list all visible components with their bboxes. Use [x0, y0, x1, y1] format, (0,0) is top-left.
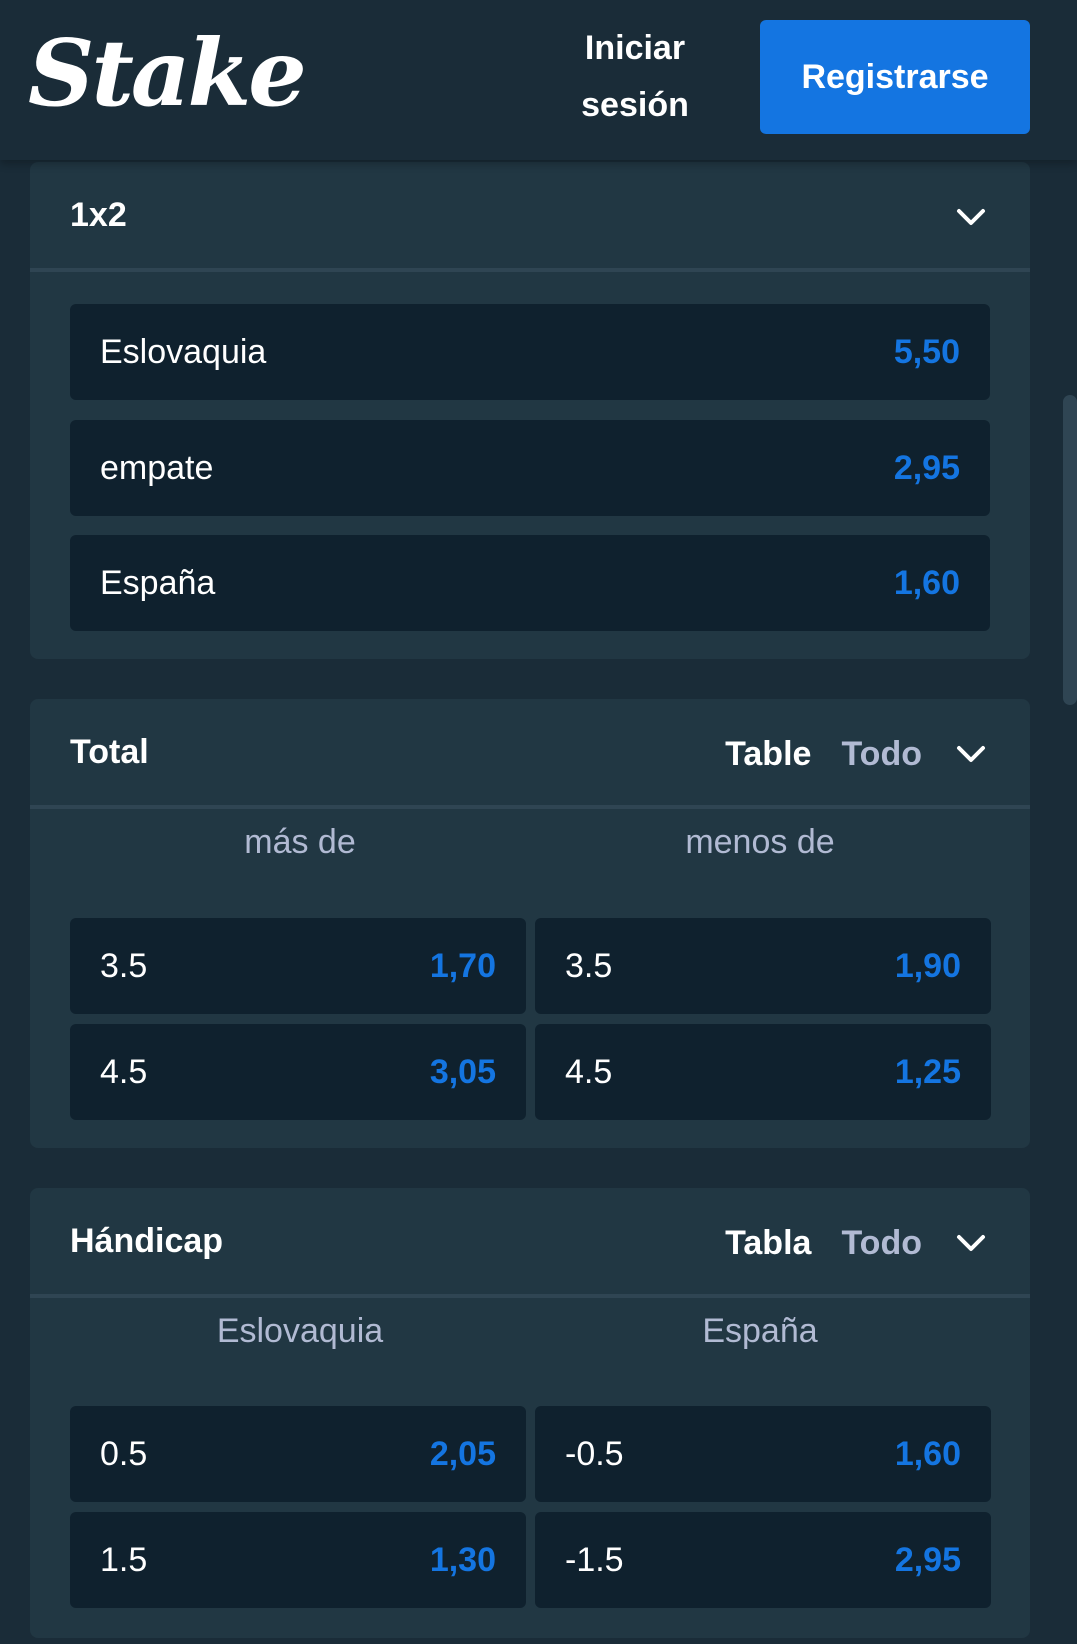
- market-title: Total: [70, 732, 149, 771]
- outcome-button[interactable]: España 1,60: [70, 535, 990, 631]
- outcome-label: España: [100, 563, 216, 602]
- away-handicap-button[interactable]: -1.5 2,95: [535, 1512, 991, 1608]
- away-handicap-button[interactable]: -0.5 1,60: [535, 1406, 991, 1502]
- odds-value: 1,90: [894, 946, 961, 985]
- column-headers: más de menos de: [70, 823, 990, 873]
- line-value: 3.5: [565, 946, 613, 985]
- line-value: -1.5: [565, 1540, 624, 1579]
- odds-value: 1,30: [429, 1540, 496, 1579]
- outcome-button[interactable]: empate 2,95: [70, 420, 990, 516]
- market-total: Total Table Todo más de menos de 3.5 1,7…: [30, 699, 1030, 1148]
- market-controls: Tabla Todo: [725, 1188, 986, 1298]
- market-1x2: 1x2 Eslovaquia 5,50 empate 2,95 España 1…: [30, 162, 1030, 659]
- all-view-toggle[interactable]: Todo: [841, 1224, 922, 1263]
- market-title: 1x2: [70, 195, 127, 234]
- line-value: 1.5: [100, 1540, 148, 1579]
- column-header-under: menos de: [685, 823, 835, 861]
- outcome-odds: 2,95: [893, 448, 960, 487]
- odds-value: 1,70: [429, 946, 496, 985]
- home-handicap-button[interactable]: 1.5 1,30: [70, 1512, 526, 1608]
- outcome-label: Eslovaquia: [100, 332, 267, 371]
- line-value: 4.5: [565, 1052, 613, 1091]
- under-odds-button[interactable]: 4.5 1,25: [535, 1024, 991, 1120]
- market-title: Hándicap: [70, 1221, 224, 1260]
- line-value: 3.5: [100, 946, 148, 985]
- outcome-button[interactable]: Eslovaquia 5,50: [70, 304, 990, 400]
- line-value: 4.5: [100, 1052, 148, 1091]
- outcome-odds: 1,60: [893, 563, 960, 602]
- market-handicap: Hándicap Tabla Todo Eslovaquia España 0.…: [30, 1188, 1030, 1638]
- home-handicap-button[interactable]: 0.5 2,05: [70, 1406, 526, 1502]
- column-header-away: España: [702, 1312, 818, 1350]
- column-header-over: más de: [244, 823, 356, 861]
- table-view-toggle[interactable]: Table: [725, 735, 811, 774]
- outcome-odds: 5,50: [893, 332, 960, 371]
- all-view-toggle[interactable]: Todo: [841, 735, 922, 774]
- page-scrollbar[interactable]: [1063, 395, 1077, 705]
- under-odds-button[interactable]: 3.5 1,90: [535, 918, 991, 1014]
- market-controls: [956, 162, 986, 272]
- odds-value: 2,05: [429, 1434, 496, 1473]
- column-headers: Eslovaquia España: [70, 1312, 990, 1362]
- outcome-label: empate: [100, 448, 214, 487]
- odds-value: 1,25: [894, 1052, 961, 1091]
- table-view-toggle[interactable]: Tabla: [725, 1224, 811, 1263]
- page: Stake Iniciar sesión Registrarse 1x2 Esl…: [0, 0, 1077, 1644]
- market-handicap-header[interactable]: Hándicap Tabla Todo: [30, 1188, 1030, 1298]
- odds-value: 1,60: [894, 1434, 961, 1473]
- market-controls: Table Todo: [725, 699, 986, 809]
- login-button[interactable]: Iniciar sesión: [570, 20, 700, 134]
- column-header-home: Eslovaquia: [216, 1312, 384, 1350]
- odds-value: 2,95: [894, 1540, 961, 1579]
- market-1x2-header[interactable]: 1x2: [30, 162, 1030, 272]
- line-value: 0.5: [100, 1434, 148, 1473]
- chevron-down-icon[interactable]: [956, 207, 986, 227]
- chevron-down-icon[interactable]: [956, 1233, 986, 1253]
- market-total-header[interactable]: Total Table Todo: [30, 699, 1030, 809]
- register-button[interactable]: Registrarse: [760, 20, 1030, 134]
- stake-logo[interactable]: Stake: [28, 18, 307, 128]
- over-odds-button[interactable]: 3.5 1,70: [70, 918, 526, 1014]
- odds-value: 3,05: [429, 1052, 496, 1091]
- top-header: Stake Iniciar sesión Registrarse: [0, 0, 1077, 160]
- chevron-down-icon[interactable]: [956, 744, 986, 764]
- line-value: -0.5: [565, 1434, 624, 1473]
- over-odds-button[interactable]: 4.5 3,05: [70, 1024, 526, 1120]
